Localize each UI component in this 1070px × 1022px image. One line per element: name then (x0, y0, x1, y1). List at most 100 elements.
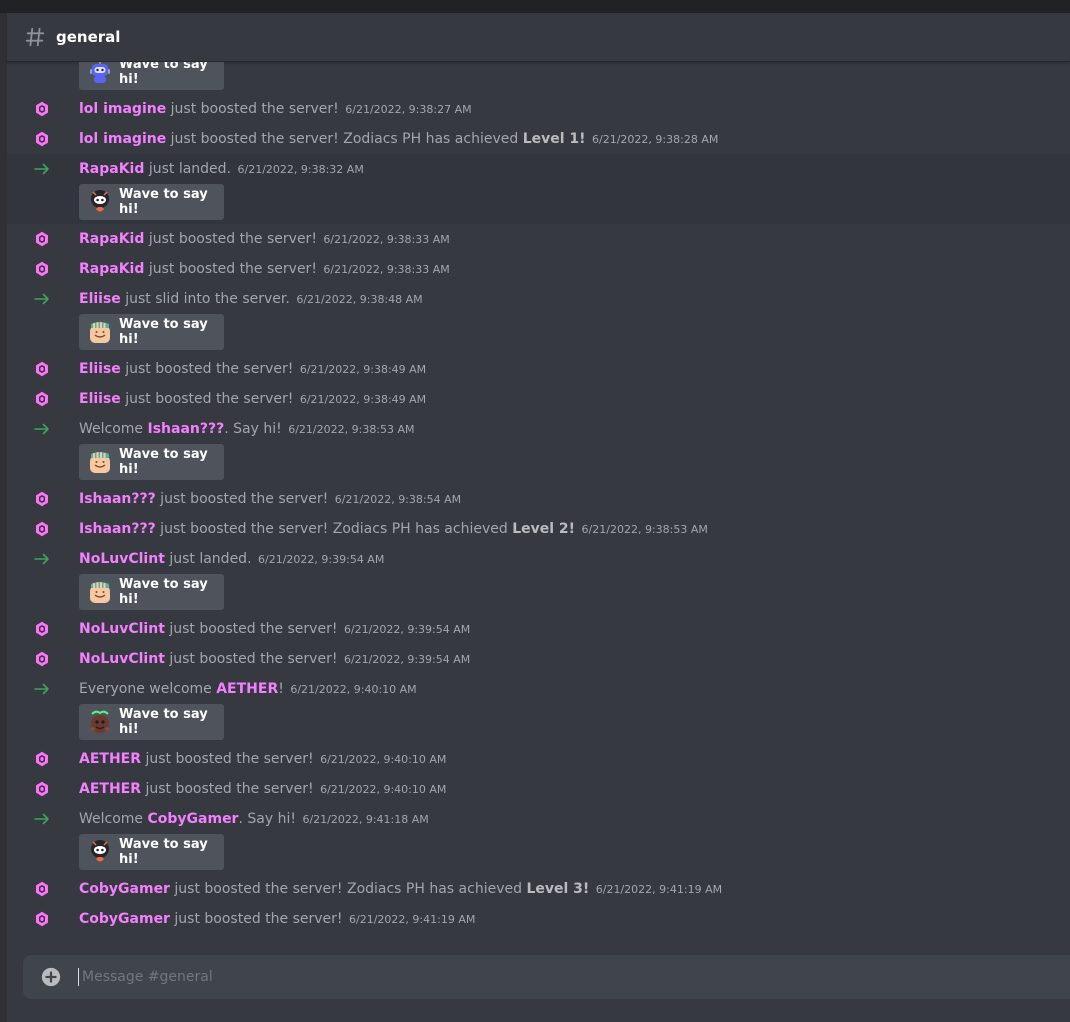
username[interactable]: RapaKid (79, 261, 144, 277)
message-body: just landed. (164, 551, 252, 567)
username[interactable]: Eliise (79, 291, 121, 307)
channel-header: general (7, 13, 1070, 62)
timestamp[interactable]: 6/21/2022, 9:38:33 AM (320, 233, 449, 246)
system-message-text: AETHER just boosted the server! 6/21/202… (79, 749, 446, 770)
wave-to-say-hi-button[interactable]: Wave to say hi! (79, 314, 224, 350)
timestamp[interactable]: 6/21/2022, 9:38:48 AM (293, 293, 422, 306)
wave-button-label: Wave to say hi! (119, 447, 208, 477)
timestamp[interactable]: 6/21/2022, 9:39:54 AM (255, 553, 384, 566)
timestamp[interactable]: 6/21/2022, 9:40:10 AM (317, 753, 446, 766)
message-body: just boosted the server! (141, 781, 314, 797)
join-message-row: Eliise just slid into the server. 6/21/2… (7, 284, 1070, 314)
timestamp[interactable]: 6/21/2022, 9:38:49 AM (296, 393, 426, 406)
message-list[interactable]: Wave to say hi! lol imagine just boosted … (7, 62, 1070, 942)
message-body: just boosted the server! (141, 751, 314, 767)
username[interactable]: Eliise (79, 391, 121, 407)
username[interactable]: CobyGamer (79, 911, 170, 927)
wave-to-say-hi-button[interactable]: Wave to say hi! (79, 834, 224, 870)
username[interactable]: lol imagine (79, 101, 166, 117)
add-attachment-plus-icon[interactable] (40, 966, 62, 988)
timestamp[interactable]: 6/21/2022, 9:38:33 AM (320, 263, 449, 276)
timestamp[interactable]: 6/21/2022, 9:38:49 AM (296, 363, 426, 376)
timestamp[interactable]: 6/21/2022, 9:41:19 AM (346, 913, 475, 926)
system-message-text: CobyGamer just boosted the server! Zodia… (79, 879, 722, 900)
waving-hand-sticker-icon (87, 579, 113, 605)
username[interactable]: CobyGamer (148, 811, 239, 827)
timestamp[interactable]: 6/21/2022, 9:39:54 AM (340, 653, 470, 666)
wave-to-say-hi-button[interactable]: Wave to say hi! (79, 704, 224, 740)
boost-gem-icon (34, 101, 50, 117)
message-body: just boosted the server! (166, 101, 339, 117)
join-arrow-icon (34, 551, 50, 567)
system-message-text: Ishaan??? just boosted the server! Zodia… (79, 519, 708, 540)
system-message-text: Ishaan??? just boosted the server! 6/21/… (79, 489, 461, 510)
level-achieved: Level 1! (522, 131, 586, 147)
wave-button-label: Wave to say hi! (119, 577, 208, 607)
system-message-text: lol imagine just boosted the server! 6/2… (79, 99, 472, 120)
sup-sticker-icon (87, 709, 113, 735)
wave-to-say-hi-button[interactable]: Wave to say hi! (79, 444, 224, 480)
message-prefix: Welcome (79, 811, 148, 827)
text-caret (78, 968, 79, 986)
username[interactable]: Ishaan??? (148, 421, 225, 437)
message-body: just boosted the server! (164, 651, 338, 667)
boost-gem-icon (34, 261, 50, 277)
message-body: . Say hi! (238, 811, 296, 827)
system-message-text: RapaKid just boosted the server! 6/21/20… (79, 259, 450, 280)
message-body: just boosted the server! (144, 261, 317, 277)
timestamp[interactable]: 6/21/2022, 9:38:53 AM (285, 423, 414, 436)
join-arrow-icon (34, 811, 50, 827)
username[interactable]: AETHER (216, 681, 278, 697)
wave-to-say-hi-button[interactable]: Wave to say hi! (79, 184, 224, 220)
join-message-row: Welcome CobyGamer. Say hi! 6/21/2022, 9:… (7, 804, 1070, 834)
boost-gem-icon (34, 391, 50, 407)
channel-name: general (56, 28, 121, 46)
join-message-row: NoLuvClint just landed. 6/21/2022, 9:39:… (7, 544, 1070, 574)
username[interactable]: NoLuvClint (79, 651, 165, 667)
wave-message-row: Wave to say hi! (7, 834, 1070, 874)
username[interactable]: NoLuvClint (79, 551, 165, 567)
username[interactable]: CobyGamer (79, 881, 170, 897)
timestamp[interactable]: 6/21/2022, 9:38:54 AM (331, 493, 461, 506)
username[interactable]: lol imagine (79, 131, 166, 147)
system-message-text: Welcome CobyGamer. Say hi! 6/21/2022, 9:… (79, 809, 429, 830)
timestamp[interactable]: 6/21/2022, 9:40:10 AM (287, 683, 416, 696)
system-message-text: RapaKid just landed. 6/21/2022, 9:38:32 … (79, 159, 364, 180)
boost-message-row: Ishaan??? just boosted the server! 6/21/… (7, 484, 1070, 514)
system-message-text: AETHER just boosted the server! 6/21/202… (79, 779, 446, 800)
timestamp[interactable]: 6/21/2022, 9:38:27 AM (342, 103, 471, 116)
message-input[interactable] (80, 968, 984, 986)
wave-to-say-hi-button[interactable]: Wave to say hi! (79, 62, 224, 90)
boost-gem-icon (34, 911, 50, 927)
boost-gem-icon (34, 131, 50, 147)
join-arrow-icon (34, 161, 50, 177)
username[interactable]: RapaKid (79, 161, 144, 177)
boost-message-row: lol imagine just boosted the server! Zod… (7, 124, 1070, 154)
message-body: just boosted the server! (155, 491, 329, 507)
wave-to-say-hi-button[interactable]: Wave to say hi! (79, 574, 224, 610)
message-body: just boosted the server! (120, 361, 294, 377)
username[interactable]: Ishaan??? (79, 491, 156, 507)
username[interactable]: AETHER (79, 781, 141, 797)
timestamp[interactable]: 6/21/2022, 9:41:19 AM (592, 883, 722, 896)
system-message-text: Welcome Ishaan???. Say hi! 6/21/2022, 9:… (79, 419, 415, 440)
system-message-text: Eliise just boosted the server! 6/21/202… (79, 389, 426, 410)
username[interactable]: RapaKid (79, 231, 144, 247)
join-arrow-icon (34, 681, 50, 697)
username[interactable]: Eliise (79, 361, 121, 377)
username[interactable]: Ishaan??? (79, 521, 156, 537)
system-message-text: Everyone welcome AETHER! 6/21/2022, 9:40… (79, 679, 417, 700)
join-arrow-icon (34, 421, 50, 437)
timestamp[interactable]: 6/21/2022, 9:40:10 AM (317, 783, 446, 796)
timestamp[interactable]: 6/21/2022, 9:38:32 AM (234, 163, 363, 176)
channel-hash-icon (24, 25, 48, 49)
timestamp[interactable]: 6/21/2022, 9:39:54 AM (340, 623, 470, 636)
username[interactable]: NoLuvClint (79, 621, 165, 637)
timestamp[interactable]: 6/21/2022, 9:38:53 AM (578, 523, 708, 536)
username[interactable]: AETHER (79, 751, 141, 767)
timestamp[interactable]: 6/21/2022, 9:41:18 AM (299, 813, 428, 826)
timestamp[interactable]: 6/21/2022, 9:38:28 AM (589, 133, 718, 146)
system-message-text: NoLuvClint just landed. 6/21/2022, 9:39:… (79, 549, 384, 570)
boost-gem-icon (34, 621, 50, 637)
boost-gem-icon (34, 751, 50, 767)
